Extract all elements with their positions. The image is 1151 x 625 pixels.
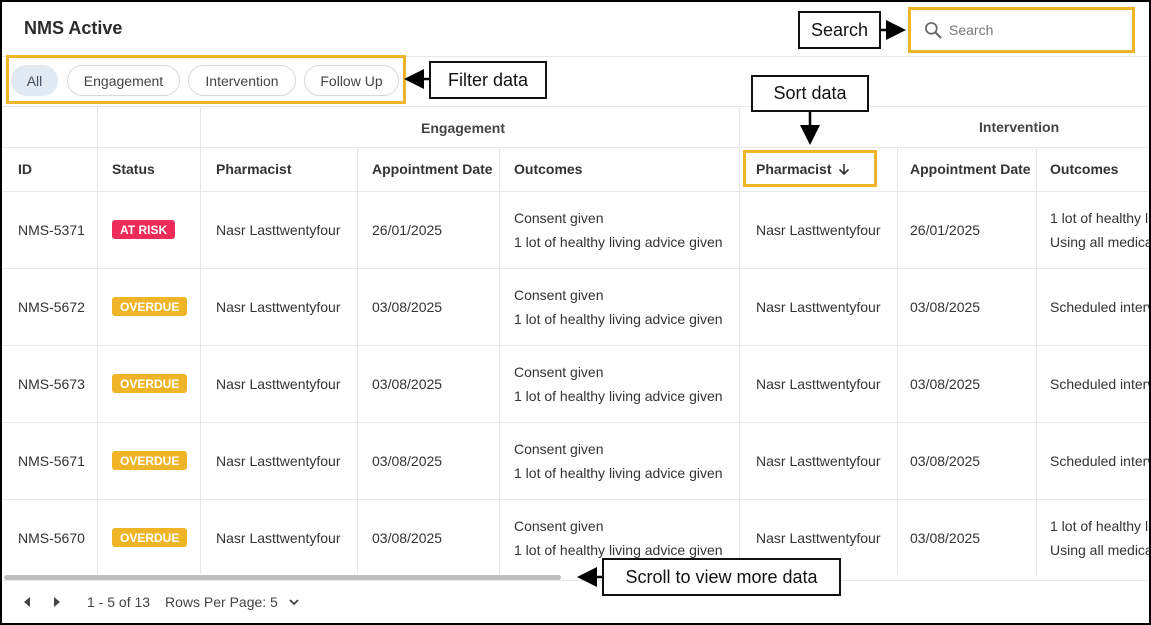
column-header-intervention-outcomes[interactable]: Outcomes xyxy=(1050,161,1118,177)
column-header-intervention-pharmacist[interactable]: Pharmacist xyxy=(756,161,851,177)
cell-id: NMS-5672 xyxy=(18,299,85,315)
group-header-divider xyxy=(2,147,1149,148)
rows-per-page-value: 5 xyxy=(270,594,278,610)
pagination-range: 1 - 5 of 13 xyxy=(87,594,151,610)
cell-engagement-date: 26/01/2025 xyxy=(372,222,443,238)
filter-chip-intervention[interactable]: Intervention xyxy=(188,65,296,96)
group-header-intervention: Intervention xyxy=(979,119,1060,135)
status-badge: OVERDUE xyxy=(112,451,188,470)
page-title: NMS Active xyxy=(24,18,123,38)
cell-engagement-outcome: 1 lot of healthy living advice given xyxy=(514,388,723,404)
search-box[interactable] xyxy=(908,7,1135,53)
cell-intervention-outcome: 1 lot of healthy li xyxy=(1050,518,1151,534)
cell-intervention-pharmacist: Nasr Lasttwentyfour xyxy=(756,376,881,392)
cell-intervention-pharmacist: Nasr Lasttwentyfour xyxy=(756,222,881,238)
rows-per-page-select[interactable]: 5 xyxy=(270,594,300,610)
grid-line xyxy=(357,147,358,574)
footer-divider xyxy=(2,580,1149,581)
caret-left-icon xyxy=(24,597,30,607)
row-divider xyxy=(2,345,1149,346)
cell-engagement-pharmacist: Nasr Lasttwentyfour xyxy=(216,299,341,315)
cell-engagement-date: 03/08/2025 xyxy=(372,376,443,392)
status-badge: AT RISK xyxy=(112,220,176,239)
row-divider xyxy=(2,268,1149,269)
cell-engagement-outcome: Consent given xyxy=(514,441,604,457)
column-header-id[interactable]: ID xyxy=(18,161,32,177)
status-badge: OVERDUE xyxy=(112,528,188,547)
cell-intervention-date: 03/08/2025 xyxy=(910,453,981,469)
grid-line xyxy=(897,147,898,574)
cell-intervention-outcome: Using all medica xyxy=(1050,542,1151,558)
next-page-button[interactable] xyxy=(49,593,65,611)
cell-intervention-outcome: 1 lot of healthy li xyxy=(1050,210,1151,226)
column-header-status[interactable]: Status xyxy=(112,161,155,177)
status-badge: OVERDUE xyxy=(112,374,188,393)
cell-engagement-pharmacist: Nasr Lasttwentyfour xyxy=(216,376,341,392)
cell-intervention-date: 03/08/2025 xyxy=(910,376,981,392)
cell-engagement-pharmacist: Nasr Lasttwentyfour xyxy=(216,453,341,469)
grid-line xyxy=(200,107,201,574)
group-header-engagement: Engagement xyxy=(421,120,506,136)
grid-line xyxy=(499,147,500,574)
row-divider xyxy=(2,422,1149,423)
column-header-label: Pharmacist xyxy=(756,161,832,177)
column-header-intervention-date[interactable]: Appointment Date xyxy=(910,161,1031,177)
filter-chip-engagement[interactable]: Engagement xyxy=(67,65,180,96)
callout-sort-data: Sort data xyxy=(751,75,869,112)
grid-line xyxy=(739,107,740,574)
rows-per-page-label: Rows Per Page: xyxy=(165,594,267,610)
cell-engagement-date: 03/08/2025 xyxy=(372,530,443,546)
callout-scroll: Scroll to view more data xyxy=(602,558,841,596)
column-header-engagement-outcomes[interactable]: Outcomes xyxy=(514,161,582,177)
filter-chip-follow-up[interactable]: Follow Up xyxy=(304,65,399,96)
cell-intervention-outcome: Scheduled interv xyxy=(1050,453,1151,469)
app-frame: NMS Active All Engagement Intervention F… xyxy=(0,0,1151,625)
cell-engagement-date: 03/08/2025 xyxy=(372,299,443,315)
callout-filter-data: Filter data xyxy=(429,61,547,99)
column-header-engagement-date[interactable]: Appointment Date xyxy=(372,161,493,177)
cell-intervention-outcome: Scheduled interv xyxy=(1050,376,1151,392)
search-input[interactable] xyxy=(949,18,1119,42)
cell-engagement-date: 03/08/2025 xyxy=(372,453,443,469)
callout-search: Search xyxy=(798,11,881,49)
chevron-down-icon xyxy=(289,599,299,606)
cell-engagement-outcome: 1 lot of healthy living advice given xyxy=(514,311,723,327)
cell-engagement-outcome: Consent given xyxy=(514,364,604,380)
cell-engagement-outcome: Consent given xyxy=(514,518,604,534)
cell-intervention-date: 03/08/2025 xyxy=(910,530,981,546)
row-divider xyxy=(2,499,1149,500)
filter-divider xyxy=(2,106,1149,107)
status-badge: OVERDUE xyxy=(112,297,188,316)
cell-intervention-outcome: Using all medica xyxy=(1050,234,1151,250)
cell-engagement-outcome: 1 lot of healthy living advice given xyxy=(514,234,723,250)
search-icon xyxy=(925,22,942,39)
grid-line xyxy=(1036,147,1037,574)
cell-id: NMS-5371 xyxy=(18,222,85,238)
cell-engagement-outcome: Consent given xyxy=(514,210,604,226)
filter-chip-all[interactable]: All xyxy=(11,65,58,96)
cell-intervention-outcome: Scheduled interv xyxy=(1050,299,1151,315)
header-row-divider xyxy=(2,191,1149,192)
cell-intervention-pharmacist: Nasr Lasttwentyfour xyxy=(756,530,881,546)
cell-id: NMS-5671 xyxy=(18,453,85,469)
cell-intervention-date: 26/01/2025 xyxy=(910,222,981,238)
arrow-down-icon xyxy=(839,164,850,176)
column-header-engagement-pharmacist[interactable]: Pharmacist xyxy=(216,161,291,177)
cell-id: NMS-5670 xyxy=(18,530,85,546)
cell-intervention-pharmacist: Nasr Lasttwentyfour xyxy=(756,299,881,315)
cell-id: NMS-5673 xyxy=(18,376,85,392)
cell-engagement-outcome: Consent given xyxy=(514,287,604,303)
cell-intervention-pharmacist: Nasr Lasttwentyfour xyxy=(756,453,881,469)
cell-intervention-date: 03/08/2025 xyxy=(910,299,981,315)
grid-line xyxy=(97,107,98,574)
cell-engagement-outcome: 1 lot of healthy living advice given xyxy=(514,542,723,558)
cell-engagement-outcome: 1 lot of healthy living advice given xyxy=(514,465,723,481)
cell-engagement-pharmacist: Nasr Lasttwentyfour xyxy=(216,222,341,238)
cell-engagement-pharmacist: Nasr Lasttwentyfour xyxy=(216,530,341,546)
caret-right-icon xyxy=(54,597,60,607)
prev-page-button[interactable] xyxy=(19,593,35,611)
